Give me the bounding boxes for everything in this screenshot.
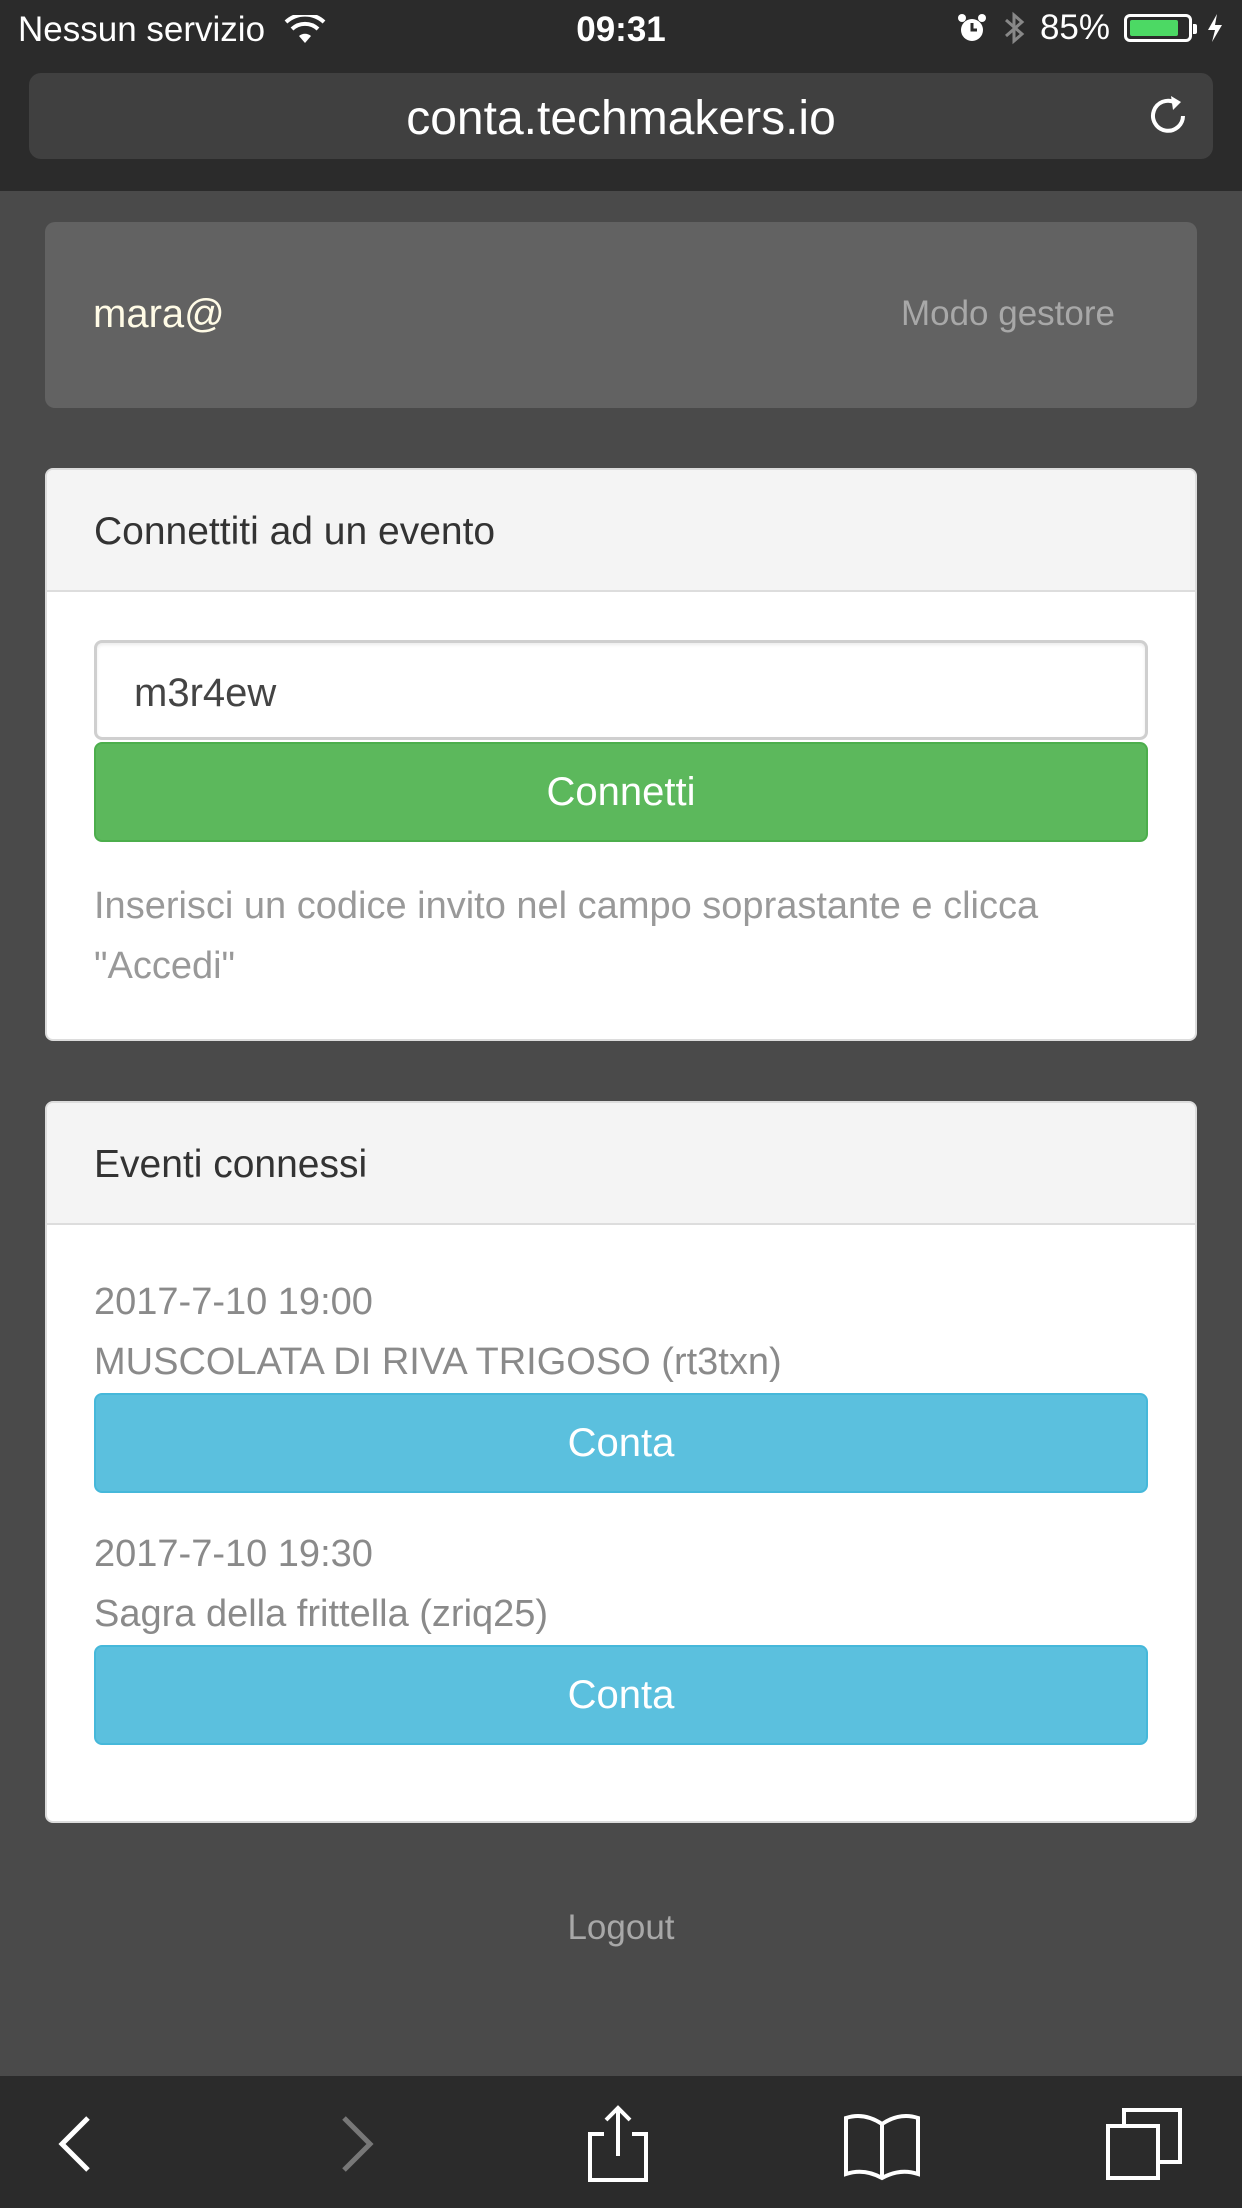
battery-percent: 85% — [1039, 8, 1110, 47]
status-bar: Nessun servizio 09:31 85% — [0, 0, 1242, 62]
charging-icon — [1208, 14, 1222, 42]
back-arrow-icon[interactable] — [38, 2104, 118, 2184]
invite-code-input[interactable]: m3r4ew — [94, 640, 1148, 740]
reload-icon[interactable] — [1145, 93, 1191, 139]
logout-link[interactable]: Logout — [0, 1908, 1242, 1948]
browser-toolbar — [0, 2076, 1242, 2208]
connected-events-card: Eventi connessi 2017-7-10 19:00 MUSCOLAT… — [45, 1101, 1197, 1823]
url-text[interactable]: conta.techmakers.io — [29, 91, 1213, 146]
events-card-title: Eventi connessi — [47, 1103, 1195, 1225]
event-date: 2017-7-10 19:30 — [94, 1533, 373, 1575]
connect-hint: Inserisci un codice invito nel campo sop… — [94, 885, 1039, 987]
conta-button[interactable]: Conta — [94, 1393, 1148, 1493]
user-email: mara@ — [93, 292, 225, 336]
share-icon[interactable] — [578, 2104, 658, 2184]
browser-chrome: Nessun servizio 09:31 85% conta.techmake… — [0, 0, 1242, 191]
event-date: 2017-7-10 19:00 — [94, 1281, 373, 1323]
connect-button[interactable]: Connetti — [94, 742, 1148, 842]
bookmarks-icon[interactable] — [842, 2104, 922, 2184]
connect-event-card: Connettiti ad un evento m3r4ew Connetti … — [45, 468, 1197, 1041]
bluetooth-icon — [1004, 11, 1025, 45]
address-bar[interactable]: conta.techmakers.io — [29, 73, 1213, 159]
event-name: Sagra della frittella (zriq25) — [94, 1593, 549, 1635]
battery-fill — [1130, 20, 1178, 36]
forward-arrow-icon[interactable] — [314, 2104, 394, 2184]
alarm-icon — [957, 14, 986, 41]
tabs-icon[interactable] — [1104, 2104, 1184, 2184]
battery-icon — [1124, 14, 1197, 42]
manager-mode-link[interactable]: Modo gestore — [901, 294, 1115, 334]
user-panel: mara@ Modo gestore — [45, 222, 1197, 408]
event-name: MUSCOLATA DI RIVA TRIGOSO (rt3txn) — [94, 1341, 782, 1383]
connect-card-title: Connettiti ad un evento — [47, 470, 1195, 592]
conta-button[interactable]: Conta — [94, 1645, 1148, 1745]
